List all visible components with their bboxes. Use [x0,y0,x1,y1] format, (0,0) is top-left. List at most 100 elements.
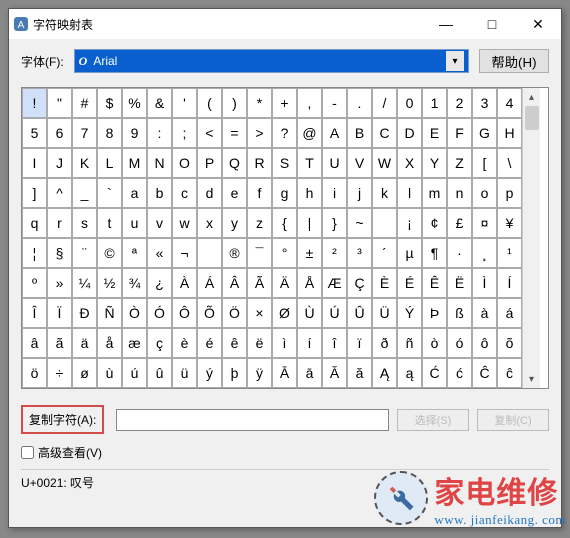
char-cell[interactable]: Í [497,268,522,298]
char-cell[interactable]: : [147,118,172,148]
char-cell[interactable]: M [122,148,147,178]
char-cell[interactable]: / [372,88,397,118]
char-cell[interactable]: ¾ [122,268,147,298]
char-cell[interactable]: > [247,118,272,148]
char-cell[interactable]: p [497,178,522,208]
char-cell[interactable]: l [397,178,422,208]
char-cell[interactable]: Á [197,268,222,298]
char-cell[interactable]: ¯ [247,238,272,268]
char-cell[interactable]: Ý [397,298,422,328]
char-cell[interactable]: á [497,298,522,328]
char-cell[interactable] [372,208,397,238]
char-cell[interactable]: ü [172,358,197,388]
char-cell[interactable]: ` [97,178,122,208]
char-cell[interactable]: 2 [447,88,472,118]
char-cell[interactable]: J [47,148,72,178]
char-cell[interactable]: Ù [297,298,322,328]
char-cell[interactable]: é [197,328,222,358]
char-cell[interactable]: ¦ [22,238,47,268]
char-cell[interactable]: ą [397,358,422,388]
char-cell[interactable]: æ [122,328,147,358]
char-cell[interactable]: < [197,118,222,148]
char-cell[interactable]: i [322,178,347,208]
char-cell[interactable]: × [247,298,272,328]
char-cell[interactable]: + [272,88,297,118]
char-cell[interactable]: z [247,208,272,238]
char-cell[interactable]: « [147,238,172,268]
char-cell[interactable]: f [247,178,272,208]
char-cell[interactable]: ) [222,88,247,118]
char-cell[interactable]: ´ [372,238,397,268]
char-cell[interactable]: ¨ [72,238,97,268]
char-cell[interactable]: $ [97,88,122,118]
char-cell[interactable]: ã [47,328,72,358]
char-cell[interactable]: , [297,88,322,118]
char-cell[interactable]: ¤ [472,208,497,238]
titlebar[interactable]: A 字符映射表 — □ ✕ [9,9,561,39]
char-cell[interactable]: µ [397,238,422,268]
char-cell[interactable]: Ò [122,298,147,328]
help-button[interactable]: 帮助(H) [479,49,549,73]
char-cell[interactable]: k [372,178,397,208]
char-cell[interactable]: ñ [397,328,422,358]
char-cell[interactable]: ĉ [497,358,522,388]
char-cell[interactable]: & [147,88,172,118]
char-cell[interactable]: ¥ [497,208,522,238]
char-cell[interactable]: ó [447,328,472,358]
char-cell[interactable]: º [22,268,47,298]
char-cell[interactable]: N [147,148,172,178]
char-cell[interactable]: X [397,148,422,178]
char-cell[interactable]: § [47,238,72,268]
char-cell[interactable]: ­ [197,238,222,268]
char-cell[interactable]: ā [297,358,322,388]
char-cell[interactable]: U [322,148,347,178]
char-cell[interactable]: 0 [397,88,422,118]
char-cell[interactable]: ª [122,238,147,268]
char-cell[interactable]: ë [247,328,272,358]
char-cell[interactable]: S [272,148,297,178]
char-cell[interactable]: ß [447,298,472,328]
char-cell[interactable]: · [447,238,472,268]
char-cell[interactable]: q [22,208,47,238]
char-cell[interactable]: ð [372,328,397,358]
scrollbar[interactable]: ▴ ▾ [522,88,540,388]
char-cell[interactable]: 7 [72,118,97,148]
char-cell[interactable]: 6 [47,118,72,148]
char-cell[interactable]: Ø [272,298,297,328]
char-cell[interactable]: D [397,118,422,148]
char-cell[interactable]: } [322,208,347,238]
minimize-button[interactable]: — [423,9,469,39]
char-cell[interactable]: ú [122,358,147,388]
char-cell[interactable]: W [372,148,397,178]
char-cell[interactable]: h [297,178,322,208]
char-cell[interactable]: r [47,208,72,238]
char-cell[interactable]: Ā [272,358,297,388]
char-cell[interactable]: ! [22,88,47,118]
char-cell[interactable]: Û [347,298,372,328]
char-cell[interactable]: Y [422,148,447,178]
char-cell[interactable]: ¼ [72,268,97,298]
char-cell[interactable]: e [222,178,247,208]
char-cell[interactable]: 9 [122,118,147,148]
char-cell[interactable]: a [122,178,147,208]
char-cell[interactable]: Å [297,268,322,298]
dropdown-arrow-icon[interactable]: ▾ [446,51,464,71]
char-cell[interactable]: ö [22,358,47,388]
char-cell[interactable]: m [422,178,447,208]
char-cell[interactable]: ¬ [172,238,197,268]
char-cell[interactable]: ® [222,238,247,268]
char-cell[interactable]: ' [172,88,197,118]
char-cell[interactable]: Ð [72,298,97,328]
char-cell[interactable]: 3 [472,88,497,118]
char-cell[interactable]: E [422,118,447,148]
char-cell[interactable]: ³ [347,238,372,268]
char-cell[interactable]: £ [447,208,472,238]
char-cell[interactable]: F [447,118,472,148]
char-cell[interactable]: T [297,148,322,178]
char-cell[interactable]: Ï [47,298,72,328]
char-cell[interactable]: Ä [272,268,297,298]
char-cell[interactable]: ^ [47,178,72,208]
char-cell[interactable]: Ć [422,358,447,388]
char-cell[interactable]: ? [272,118,297,148]
char-cell[interactable]: V [347,148,372,178]
